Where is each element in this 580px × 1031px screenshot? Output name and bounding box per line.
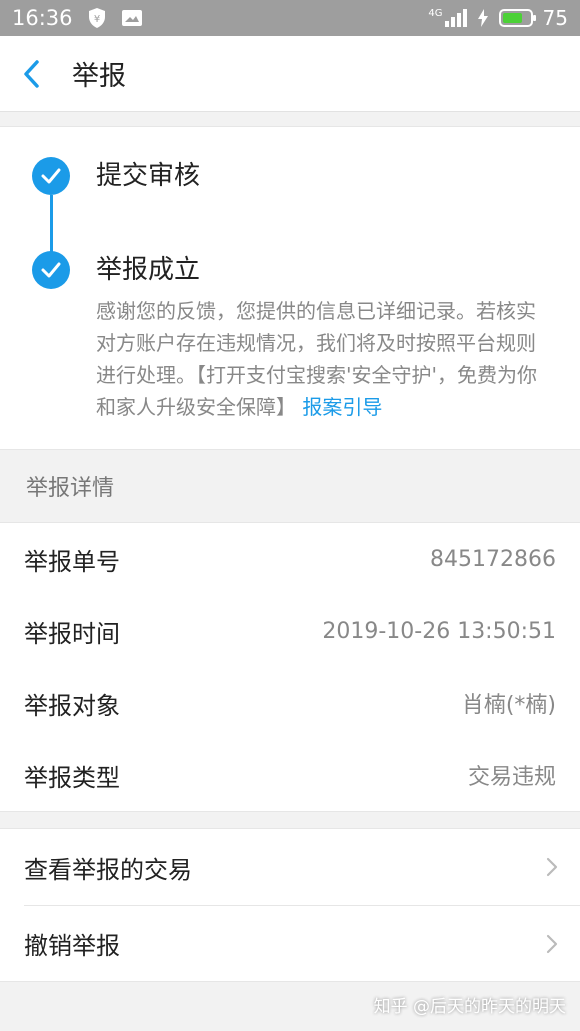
view-reported-transaction-item[interactable]: 查看举报的交易 xyxy=(24,829,580,905)
step-description: 感谢您的反馈，您提供的信息已详细记录。若核实对方账户存在违规情况，我们将及时按照… xyxy=(96,295,548,423)
charging-icon xyxy=(477,9,488,27)
shield-yen-icon: ¥ xyxy=(88,8,105,28)
signal-icon xyxy=(444,9,467,27)
back-button[interactable] xyxy=(22,56,48,92)
step-connector xyxy=(49,195,53,253)
battery-icon xyxy=(498,9,536,27)
progress-card: 提交审核 举报成立 感谢您的反馈，您提供的信息已详细记录。若核实对方账户存在违规… xyxy=(0,126,580,450)
detail-value: 肖楠(*楠) xyxy=(461,693,556,718)
detail-value: 交易违规 xyxy=(467,765,556,790)
battery-percent: 75 xyxy=(542,6,568,30)
detail-value: 845172866 xyxy=(430,546,556,572)
step-submit-review: 提交审核 xyxy=(32,157,552,253)
image-notification-icon xyxy=(121,10,142,26)
status-time: 16:36 xyxy=(12,6,73,30)
step-title: 提交审核 xyxy=(96,161,201,191)
detail-label: 举报对象 xyxy=(24,691,120,720)
detail-row-report-target: 举报对象 肖楠(*楠) xyxy=(24,667,556,739)
chevron-right-icon xyxy=(546,934,558,953)
action-label: 撤销举报 xyxy=(24,932,120,960)
details-card: 举报单号 845172866 举报时间 2019-10-26 13:50:51 … xyxy=(0,522,580,812)
nav-bar: 举报 xyxy=(0,36,580,112)
details-section-header: 举报详情 xyxy=(26,476,115,501)
page-title: 举报 xyxy=(72,61,126,92)
detail-row-report-number: 举报单号 845172866 xyxy=(24,523,556,595)
detail-value: 2019-10-26 13:50:51 xyxy=(322,618,556,644)
step-report-established: 举报成立 感谢您的反馈，您提供的信息已详细记录。若核实对方账户存在违规情况，我们… xyxy=(32,251,552,423)
battery-fill xyxy=(502,13,523,23)
check-circle-icon xyxy=(32,157,70,195)
detail-label: 举报类型 xyxy=(24,763,120,792)
chevron-right-icon xyxy=(546,857,558,877)
watermark: 知乎 @后天的昨天的明天 xyxy=(373,997,566,1017)
svg-text:¥: ¥ xyxy=(93,14,99,25)
detail-label: 举报单号 xyxy=(24,547,120,576)
report-guide-link[interactable]: 报案引导 xyxy=(302,395,382,419)
detail-row-report-type: 举报类型 交易违规 xyxy=(24,739,556,811)
step-title: 举报成立 xyxy=(96,255,201,285)
action-label: 查看举报的交易 xyxy=(24,855,192,884)
detail-row-report-time: 举报时间 2019-10-26 13:50:51 xyxy=(24,595,556,667)
cancel-report-item[interactable]: 撤销举报 xyxy=(24,905,580,981)
chevron-left-icon xyxy=(24,59,39,88)
status-bar: 16:36 ¥ 4G 75 xyxy=(0,0,580,36)
detail-label: 举报时间 xyxy=(24,619,120,648)
network-type-label: 4G xyxy=(428,7,443,19)
actions-card: 查看举报的交易 撤销举报 xyxy=(0,828,580,982)
check-circle-icon xyxy=(32,251,70,289)
